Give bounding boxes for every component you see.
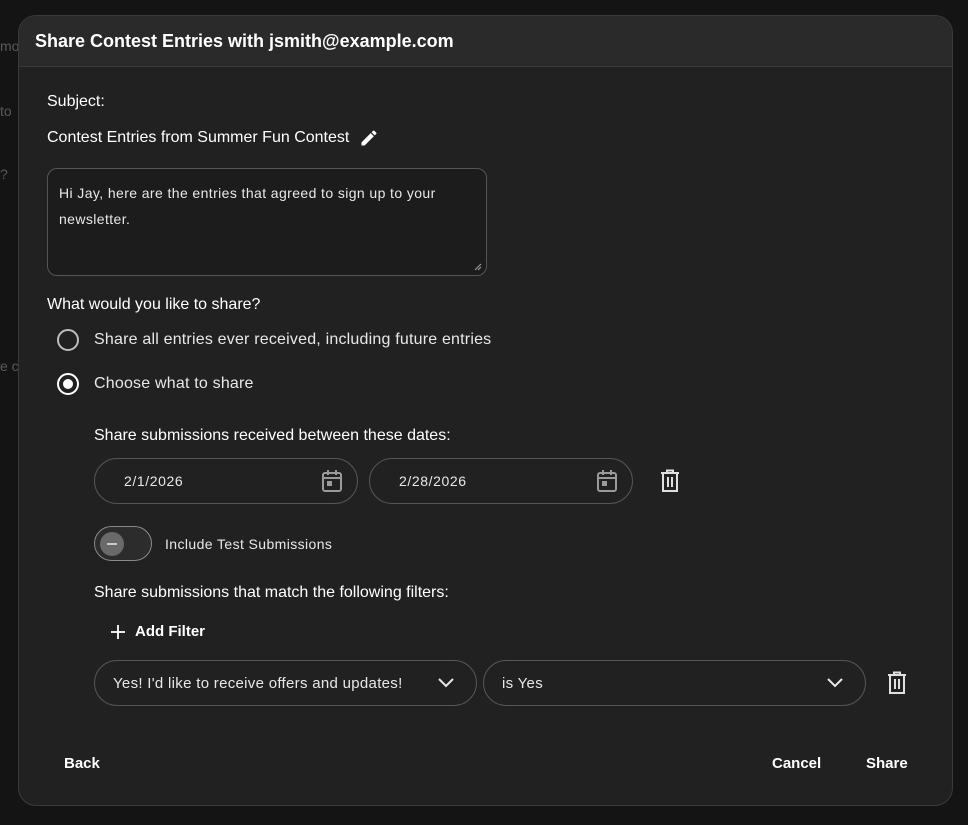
- backdrop-text: e c: [0, 358, 19, 374]
- filter-field-select[interactable]: Yes! I'd like to receive offers and upda…: [94, 660, 477, 706]
- plus-icon: [111, 624, 125, 639]
- share-dialog: Share Contest Entries with jsmith@exampl…: [18, 15, 953, 806]
- delete-dates-trash-icon[interactable]: [660, 469, 680, 493]
- end-date-value: 2/28/2026: [399, 473, 467, 489]
- filter-condition-value: is Yes: [502, 674, 543, 692]
- chevron-down-icon: [827, 678, 843, 688]
- toggle-off-icon: [100, 532, 124, 556]
- message-text: Hi Jay, here are the entries that agreed…: [59, 185, 436, 227]
- add-filter-label: Add Filter: [135, 623, 205, 640]
- start-date-field[interactable]: 2/1/2026: [94, 458, 358, 504]
- delete-filter-trash-icon[interactable]: [887, 671, 907, 695]
- subject-value: Contest Entries from Summer Fun Contest: [47, 129, 350, 146]
- end-date-field[interactable]: 2/28/2026: [369, 458, 633, 504]
- option-label: Share all entries ever received, includi…: [94, 331, 492, 348]
- filter-condition-select[interactable]: is Yes: [483, 660, 866, 706]
- dialog-title: Share Contest Entries with jsmith@exampl…: [35, 30, 454, 51]
- back-button[interactable]: Back: [64, 755, 100, 772]
- add-filter-button[interactable]: Add Filter: [111, 623, 205, 640]
- subject-label: Subject:: [47, 93, 105, 110]
- filters-heading: Share submissions that match the followi…: [94, 584, 449, 601]
- option-all-entries[interactable]: Share all entries ever received, includi…: [57, 329, 491, 351]
- dialog-header: Share Contest Entries with jsmith@exampl…: [19, 16, 952, 67]
- option-label: Choose what to share: [94, 375, 254, 392]
- pencil-icon[interactable]: [359, 128, 379, 148]
- backdrop-text: mo: [0, 38, 20, 54]
- filter-field-value: Yes! I'd like to receive offers and upda…: [113, 674, 403, 692]
- option-choose[interactable]: Choose what to share: [57, 373, 254, 395]
- backdrop-text: ?: [0, 166, 8, 182]
- include-test-label: Include Test Submissions: [165, 536, 333, 552]
- calendar-icon[interactable]: [321, 469, 343, 493]
- radio-unchecked-icon[interactable]: [57, 329, 79, 351]
- calendar-icon[interactable]: [596, 469, 618, 493]
- start-date-value: 2/1/2026: [124, 473, 184, 489]
- radio-checked-icon[interactable]: [57, 373, 79, 395]
- subject-row: Contest Entries from Summer Fun Contest: [47, 128, 379, 148]
- backdrop-text: to: [0, 103, 12, 119]
- dates-heading: Share submissions received between these…: [94, 427, 451, 444]
- cancel-button[interactable]: Cancel: [772, 755, 821, 772]
- message-textarea[interactable]: Hi Jay, here are the entries that agreed…: [47, 168, 487, 276]
- share-button[interactable]: Share: [866, 755, 908, 772]
- include-test-toggle[interactable]: [94, 526, 152, 561]
- chevron-down-icon: [438, 678, 454, 688]
- share-question: What would you like to share?: [47, 296, 261, 313]
- resize-handle-icon[interactable]: [472, 261, 482, 271]
